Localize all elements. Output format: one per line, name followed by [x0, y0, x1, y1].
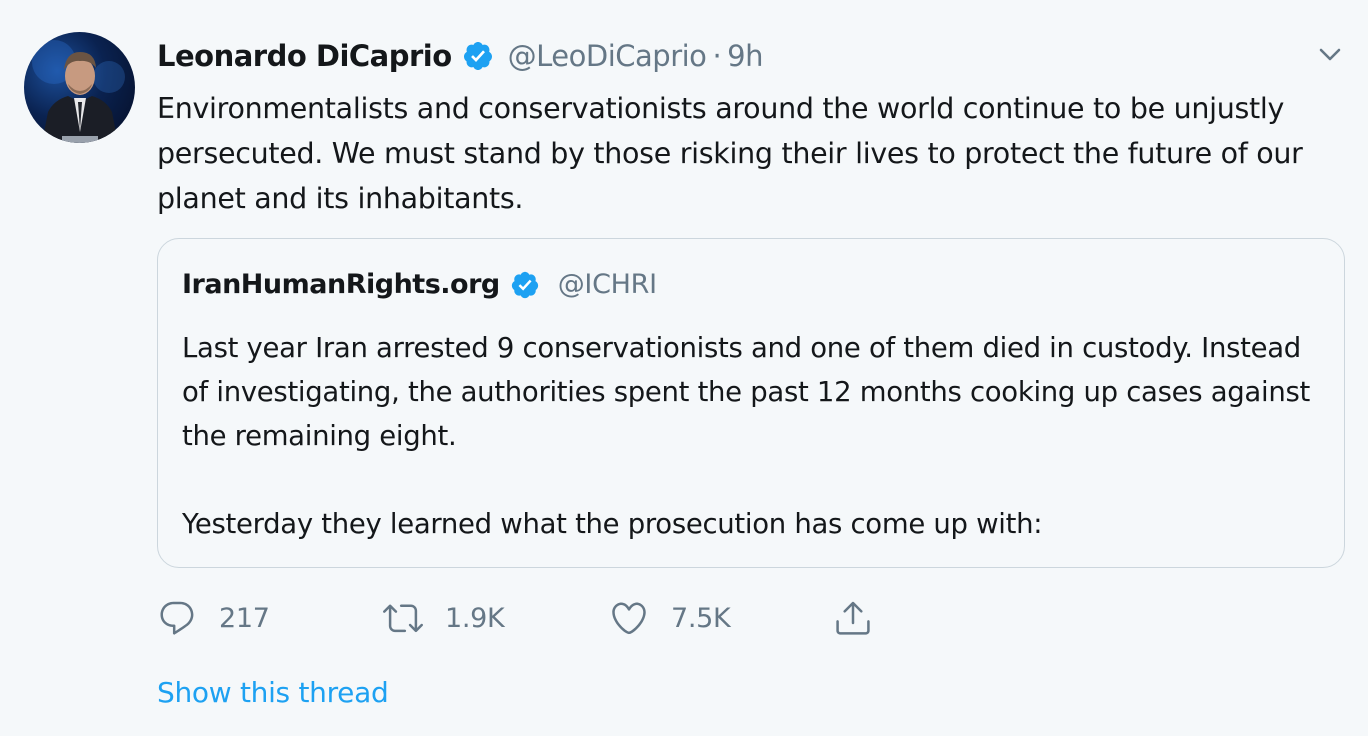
quoted-paragraph-1: Last year Iran arrested 9 conservationis…	[182, 332, 1310, 452]
reply-button[interactable]: 217	[157, 596, 270, 640]
retweet-button[interactable]: 1.9K	[383, 596, 505, 640]
tweet-actions: 217 1.9K 7.5K	[157, 596, 917, 640]
share-icon	[836, 601, 870, 635]
quoted-paragraph-2: Yesterday they learned what the prosecut…	[182, 508, 1043, 540]
reply-icon	[160, 601, 194, 635]
author-name[interactable]: Leonardo DiCaprio	[157, 39, 452, 73]
tweet-header: Leonardo DiCaprio @LeoDiCaprio · 9h	[157, 34, 763, 78]
tweet-timestamp[interactable]: 9h	[727, 39, 763, 73]
like-button[interactable]: 7.5K	[609, 596, 731, 640]
retweet-count: 1.9K	[445, 602, 505, 634]
quoted-tweet[interactable]: IranHumanRights.org @ICHRI Last year Ira…	[157, 238, 1345, 568]
quoted-tweet-text: Last year Iran arrested 9 conservationis…	[182, 326, 1332, 546]
author-avatar[interactable]	[24, 32, 135, 143]
verified-badge-icon	[510, 270, 540, 300]
tweet[interactable]: Leonardo DiCaprio @LeoDiCaprio · 9h Envi…	[0, 0, 1368, 736]
quoted-author-name: IranHumanRights.org	[182, 269, 500, 300]
chevron-down-icon[interactable]	[1316, 40, 1344, 68]
quoted-tweet-header: IranHumanRights.org @ICHRI	[182, 269, 657, 300]
share-button[interactable]	[833, 596, 873, 640]
retweet-icon	[383, 604, 423, 633]
tweet-text: Environmentalists and conservationists a…	[157, 92, 1303, 215]
avatar-image	[32, 40, 125, 143]
like-count: 7.5K	[671, 602, 731, 634]
verified-badge-icon	[462, 40, 494, 72]
show-thread-link[interactable]: Show this thread	[157, 676, 389, 709]
reply-count: 217	[219, 602, 270, 634]
author-handle[interactable]: @LeoDiCaprio	[508, 39, 707, 73]
heart-icon	[612, 602, 646, 635]
quoted-author-handle: @ICHRI	[557, 269, 657, 300]
separator-dot: ·	[712, 39, 722, 73]
